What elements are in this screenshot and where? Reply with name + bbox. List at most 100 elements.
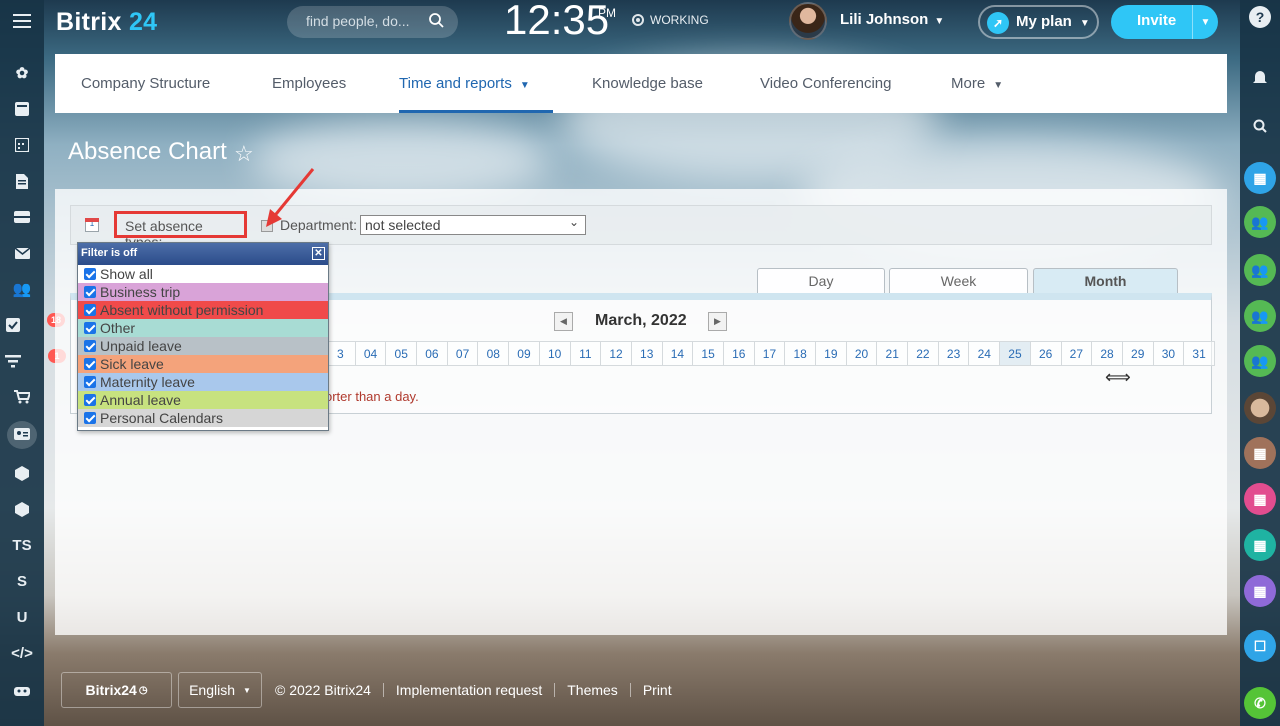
employees-icon[interactable]	[0, 420, 44, 450]
day-cell[interactable]: 25	[1000, 341, 1031, 366]
developer-icon[interactable]: </>	[0, 638, 44, 668]
day-cell[interactable]: 26	[1030, 341, 1062, 366]
store-icon[interactable]	[0, 382, 44, 412]
feed-icon[interactable]: ✿	[0, 58, 44, 88]
day-cell[interactable]: 05	[386, 341, 418, 366]
tab-day[interactable]: Day	[757, 268, 885, 294]
prev-month-button[interactable]: ◀	[554, 312, 573, 331]
day-cell[interactable]: 12	[601, 341, 632, 366]
robot-icon[interactable]	[0, 675, 44, 705]
work-status[interactable]: WORKING	[632, 13, 709, 27]
day-cell[interactable]: 15	[693, 341, 724, 366]
day-cell[interactable]: 30	[1153, 341, 1185, 366]
search-input[interactable]: find people, do...	[287, 6, 458, 38]
logo[interactable]: Bitrix 24	[56, 8, 157, 37]
crm-icon[interactable]: 1	[0, 346, 66, 376]
checkbox-checked-icon[interactable]	[84, 394, 96, 406]
calendar-chat-icon-5[interactable]: ▦	[1244, 575, 1276, 607]
day-cell[interactable]: 06	[417, 341, 448, 366]
calendar-chat-icon-2[interactable]: ▦	[1244, 437, 1276, 469]
day-cell[interactable]: 14	[662, 341, 694, 366]
set-absence-types-link[interactable]: Set absence types:	[114, 211, 247, 250]
day-cell[interactable]: 10	[539, 341, 571, 366]
tasks-icon[interactable]: 18	[0, 310, 65, 340]
day-cell[interactable]: 13	[631, 341, 663, 366]
calendar-chat-icon[interactable]: ▦	[1244, 162, 1276, 194]
group-chat-icon-2[interactable]: 👥	[1244, 254, 1276, 286]
star-icon[interactable]: ☆	[234, 141, 254, 167]
phone-icon[interactable]: ✆	[1244, 687, 1276, 719]
checkbox-checked-icon[interactable]	[84, 358, 96, 370]
day-cell[interactable]: 08	[478, 341, 510, 366]
group-chat-icon-3[interactable]: 👥	[1244, 300, 1276, 332]
checkbox-checked-icon[interactable]	[84, 322, 96, 334]
nav-time-and-reports[interactable]: Time and reports ▼	[399, 75, 530, 92]
filter-item[interactable]: Unpaid leave	[78, 337, 328, 355]
user-menu[interactable]: Lili Johnson ▼	[840, 11, 944, 28]
filter-item[interactable]: Personal Calendars	[78, 409, 328, 427]
nav-more[interactable]: More ▼	[951, 75, 1003, 92]
day-cell[interactable]: 16	[723, 341, 755, 366]
day-cell[interactable]: 23	[938, 341, 970, 366]
notifications-icon[interactable]	[1244, 62, 1276, 94]
chevron-down-icon[interactable]: ▼	[1192, 5, 1218, 39]
sidebar-item-s[interactable]: S	[0, 566, 44, 596]
day-cell[interactable]: 07	[447, 341, 479, 366]
day-cell[interactable]: 17	[754, 341, 786, 366]
open-lines-icon[interactable]: ☐	[1244, 630, 1276, 662]
day-cell[interactable]: 09	[509, 341, 540, 366]
calendar-chat-icon-4[interactable]: ▦	[1244, 529, 1276, 561]
department-select[interactable]: not selected ⌄	[360, 215, 586, 235]
checkbox-checked-icon[interactable]	[84, 286, 96, 298]
footer-link-themes[interactable]: Themes	[567, 682, 618, 698]
day-cell[interactable]: 28	[1092, 341, 1123, 366]
search-icon[interactable]	[1244, 110, 1276, 142]
footer-brand-button[interactable]: Bitrix24 ◷	[61, 672, 172, 708]
filter-item[interactable]: Annual leave	[78, 391, 328, 409]
user-avatar[interactable]	[789, 2, 827, 40]
nav-employees[interactable]: Employees	[272, 75, 346, 92]
day-cell[interactable]: 18	[785, 341, 816, 366]
clock-time[interactable]: 12:35	[504, 0, 609, 44]
day-cell[interactable]: 22	[908, 341, 939, 366]
day-cell[interactable]: 27	[1061, 341, 1093, 366]
nav-knowledge-base[interactable]: Knowledge base	[592, 75, 703, 92]
next-month-button[interactable]: ▶	[708, 312, 727, 331]
checkbox-checked-icon[interactable]	[84, 376, 96, 388]
day-cell[interactable]: 3	[325, 341, 356, 366]
my-plan-button[interactable]: ➚ My plan ▼	[978, 5, 1099, 39]
day-cell[interactable]: 31	[1184, 341, 1215, 366]
day-cell[interactable]: 11	[570, 341, 602, 366]
tab-week[interactable]: Week	[889, 268, 1028, 294]
cube-icon[interactable]	[0, 458, 44, 488]
calendar-icon[interactable]: 1	[85, 218, 99, 232]
checkbox-checked-icon[interactable]	[84, 304, 96, 316]
documents-icon[interactable]	[0, 166, 44, 196]
filter-item[interactable]: Maternity leave	[78, 373, 328, 391]
day-cell[interactable]: 19	[816, 341, 847, 366]
resize-handle-icon[interactable]: ⟺	[1105, 367, 1131, 388]
sidebar-item-u[interactable]: U	[0, 602, 44, 632]
drive-icon[interactable]	[0, 202, 44, 232]
tasks-board-icon[interactable]	[0, 94, 44, 124]
mail-icon[interactable]	[0, 238, 44, 268]
close-icon[interactable]: ✕	[312, 247, 325, 260]
cube-icon-2[interactable]	[0, 494, 44, 524]
nav-company-structure[interactable]: Company Structure	[81, 75, 210, 92]
day-cell[interactable]: 29	[1122, 341, 1154, 366]
tab-month[interactable]: Month	[1033, 268, 1178, 294]
checkbox-checked-icon[interactable]	[84, 268, 96, 280]
day-cell[interactable]: 24	[969, 341, 1001, 366]
group-chat-icon[interactable]: 👥	[1244, 206, 1276, 238]
footer-link-implementation[interactable]: Implementation request	[396, 682, 542, 698]
filter-item[interactable]: Sick leave	[78, 355, 328, 373]
contact-avatar[interactable]	[1244, 392, 1276, 424]
help-icon[interactable]: ?	[1249, 6, 1271, 28]
calendar-chat-icon-3[interactable]: ▦	[1244, 483, 1276, 515]
group-chat-icon-4[interactable]: 👥	[1244, 345, 1276, 377]
menu-icon[interactable]	[0, 6, 44, 36]
day-cell[interactable]: 20	[846, 341, 878, 366]
filter-item[interactable]: Show all	[78, 265, 328, 283]
filter-item[interactable]: Business trip	[78, 283, 328, 301]
calendar-icon[interactable]	[0, 130, 44, 160]
